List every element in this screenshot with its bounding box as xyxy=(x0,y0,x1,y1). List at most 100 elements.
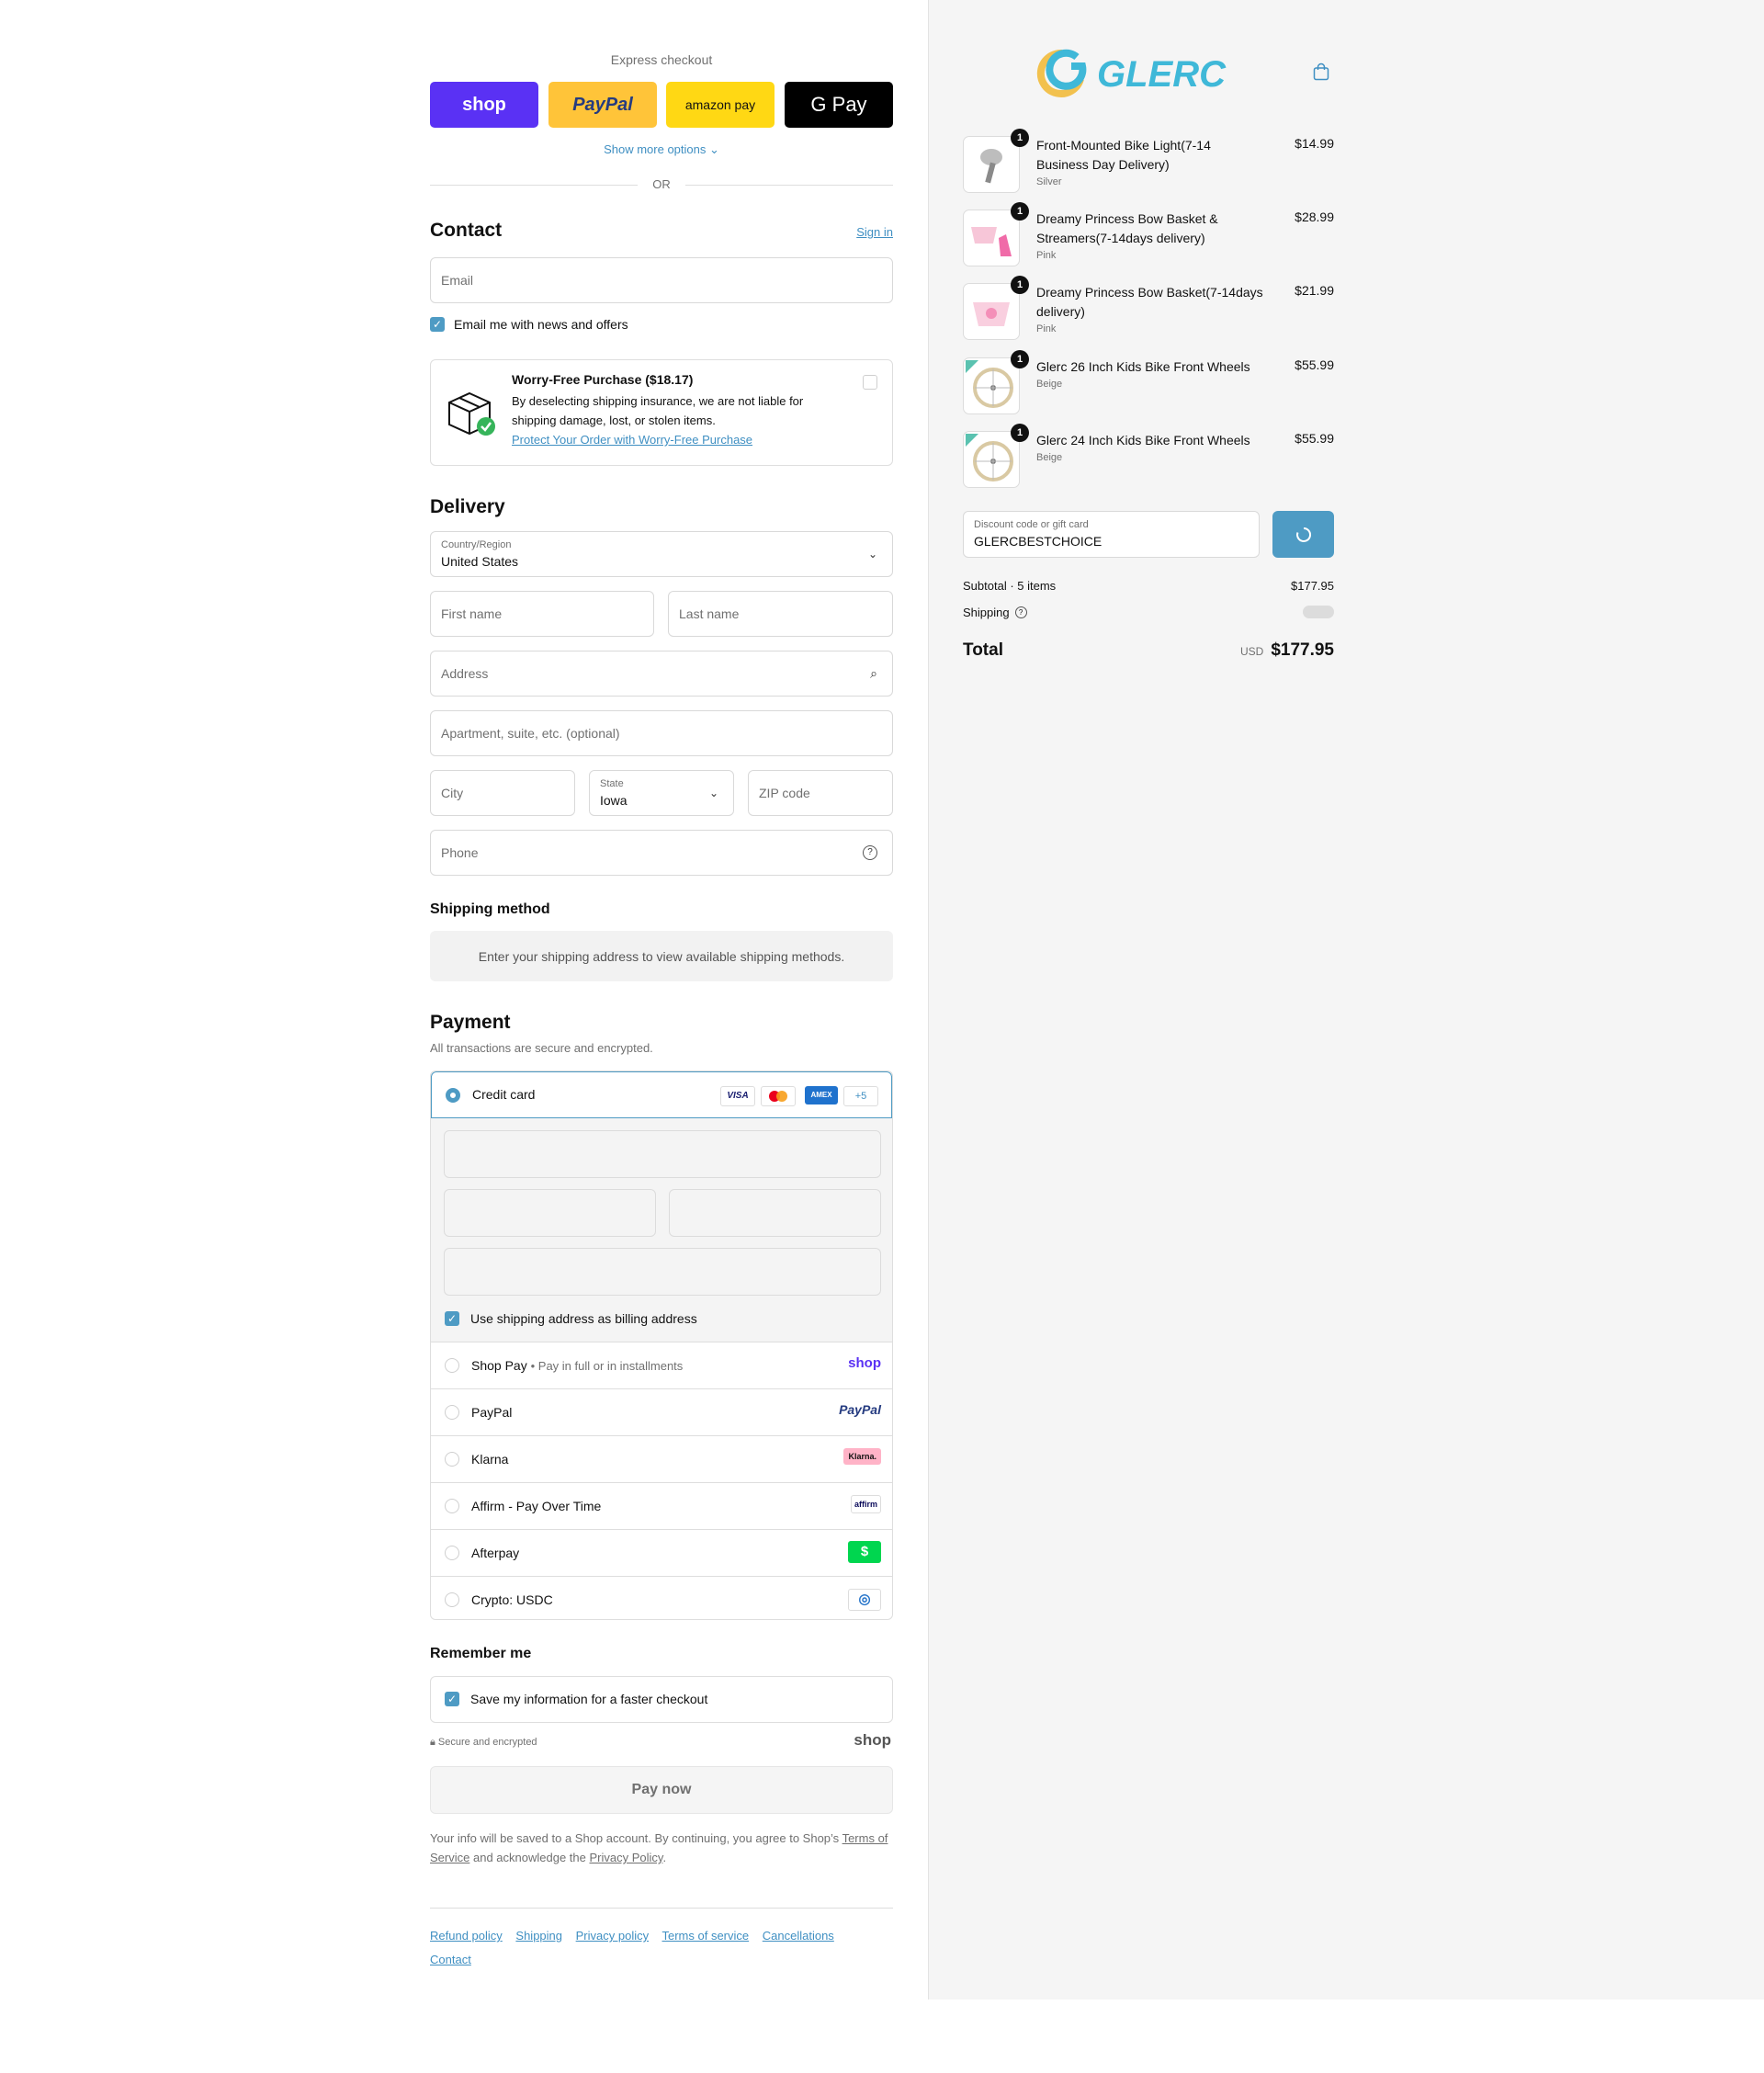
zip-field[interactable]: ZIP code xyxy=(748,770,893,816)
credit-card-label: Credit card xyxy=(472,1087,536,1102)
card-expiry-field[interactable] xyxy=(444,1189,656,1237)
affirm-radio[interactable] xyxy=(445,1499,459,1513)
paypal-radio[interactable] xyxy=(445,1405,459,1420)
google-pay-button[interactable]: G Pay xyxy=(785,82,893,128)
item-variant: Beige xyxy=(1036,452,1063,463)
worry-free-checkbox[interactable] xyxy=(863,375,877,390)
discount-label: Discount code or gift card xyxy=(974,519,1089,530)
email-field[interactable]: Email xyxy=(430,257,893,303)
payment-methods: Credit card VISA AMEX +5 ✓ Use shipping … xyxy=(430,1070,893,1620)
paypal-logo: PayPal xyxy=(839,1402,881,1417)
contact-heading: Contact xyxy=(430,220,503,241)
terms-of-service-link[interactable]: Terms of service xyxy=(662,1929,750,1943)
city-field[interactable]: City xyxy=(430,770,575,816)
quantity-badge: 1 xyxy=(1011,202,1029,221)
show-more-options-link[interactable]: Show more options ⌄ xyxy=(430,142,893,157)
shop-pay-button[interactable]: shop xyxy=(430,82,538,128)
card-fields-panel: ✓ Use shipping address as billing addres… xyxy=(431,1118,892,1342)
front-wheel-24-thumbnail: 1 xyxy=(963,424,1029,488)
save-info-row[interactable]: ✓ Save my information for a faster check… xyxy=(445,1692,707,1706)
crypto-option[interactable]: Crypto: USDC ◎ xyxy=(431,1576,892,1619)
shipping-row: Shipping ? xyxy=(963,606,1027,619)
check-icon[interactable]: ✓ xyxy=(445,1311,459,1326)
footer-links: Refund policy Shipping Privacy policy Te… xyxy=(430,1924,893,1972)
amazon-pay-logo: amazon pay xyxy=(684,97,756,112)
item-variant: Beige xyxy=(1036,379,1063,390)
shipping-method-message: Enter your shipping address to view avai… xyxy=(430,931,893,981)
item-variant: Silver xyxy=(1036,176,1062,187)
country-value: United States xyxy=(441,554,519,569)
sign-in-link[interactable]: Sign in xyxy=(856,225,893,239)
cart-item: 1 Dreamy Princess Bow Basket(7-14days de… xyxy=(963,276,1334,340)
help-icon[interactable]: ? xyxy=(863,845,877,860)
check-icon[interactable]: ✓ xyxy=(430,317,445,332)
shop-pay-logo: shop xyxy=(462,94,506,115)
total-value: $177.95 xyxy=(1271,640,1334,660)
worry-free-link[interactable]: Protect Your Order with Worry-Free Purch… xyxy=(512,433,752,447)
card-name-field[interactable] xyxy=(444,1248,881,1296)
billing-label: Use shipping address as billing address xyxy=(470,1311,697,1326)
card-cvv-field[interactable] xyxy=(669,1189,881,1237)
billing-checkbox-row[interactable]: ✓ Use shipping address as billing addres… xyxy=(445,1311,697,1326)
afterpay-radio[interactable] xyxy=(445,1546,459,1560)
glerc-logo[interactable]: GLERC xyxy=(1031,44,1270,101)
phone-field[interactable]: Phone ? xyxy=(430,830,893,876)
country-select[interactable]: Country/Region United States ⌄ xyxy=(430,531,893,577)
apply-discount-button[interactable] xyxy=(1272,511,1334,558)
express-checkout-title: Express checkout xyxy=(610,52,713,67)
save-info-box[interactable]: ✓ Save my information for a faster check… xyxy=(430,1676,893,1723)
contact-link[interactable]: Contact xyxy=(430,1953,471,1966)
afterpay-option[interactable]: Afterpay $ xyxy=(431,1529,892,1577)
quantity-badge: 1 xyxy=(1011,350,1029,368)
item-variant: Pink xyxy=(1036,250,1057,261)
check-icon[interactable]: ✓ xyxy=(445,1692,459,1706)
subtotal-value: $177.95 xyxy=(1291,579,1334,593)
privacy-link[interactable]: Privacy Policy xyxy=(589,1851,662,1864)
item-price: $55.99 xyxy=(1295,431,1334,446)
item-name: Glerc 26 Inch Kids Bike Front Wheels xyxy=(1036,359,1250,374)
state-select[interactable]: State Iowa ⌄ xyxy=(589,770,734,816)
card-number-field[interactable] xyxy=(444,1130,881,1178)
apartment-field[interactable]: Apartment, suite, etc. (optional) xyxy=(430,710,893,756)
shop-pay-radio[interactable] xyxy=(445,1358,459,1373)
discount-code-field[interactable]: Discount code or gift card GLERCBESTCHOI… xyxy=(963,511,1260,558)
state-label: State xyxy=(600,778,624,789)
credit-card-option[interactable]: Credit card VISA AMEX +5 xyxy=(431,1071,892,1118)
paypal-option[interactable]: PayPal PayPal xyxy=(431,1388,892,1436)
quantity-badge: 1 xyxy=(1011,129,1029,147)
currency-label: USD xyxy=(1239,645,1264,658)
credit-card-radio[interactable] xyxy=(446,1088,460,1103)
lock-icon: 🔒︎ xyxy=(430,1737,435,1748)
afterpay-logo: $ xyxy=(848,1541,881,1563)
cancellations-link[interactable]: Cancellations xyxy=(763,1929,834,1943)
last-name-field[interactable]: Last name xyxy=(668,591,893,637)
crypto-radio[interactable] xyxy=(445,1592,459,1607)
klarna-radio[interactable] xyxy=(445,1452,459,1467)
visa-icon: VISA xyxy=(720,1086,755,1106)
chevron-down-icon: ⌄ xyxy=(709,142,719,156)
affirm-option[interactable]: Affirm - Pay Over Time affirm xyxy=(431,1482,892,1530)
shipping-label: Shipping xyxy=(963,606,1010,619)
cart-item: 1 Glerc 24 Inch Kids Bike Front Wheels Be… xyxy=(963,424,1334,488)
help-icon[interactable]: ? xyxy=(1014,606,1027,618)
shipping-method-heading: Shipping method xyxy=(430,901,550,917)
legal-text: Your info will be saved to a Shop accoun… xyxy=(430,1831,888,1864)
total-label: Total xyxy=(963,640,1003,660)
shop-pay-option[interactable]: Shop Pay • Pay in full or in installment… xyxy=(431,1342,892,1389)
paypal-button[interactable]: PayPal xyxy=(548,82,657,128)
quantity-badge: 1 xyxy=(1011,276,1029,294)
news-checkbox-row[interactable]: ✓ Email me with news and offers xyxy=(430,317,628,332)
shopping-bag-icon[interactable] xyxy=(1313,62,1329,81)
amazon-pay-button[interactable]: amazon pay xyxy=(666,82,775,128)
shipping-link[interactable]: Shipping xyxy=(515,1929,562,1943)
klarna-option[interactable]: Klarna Klarna. xyxy=(431,1435,892,1483)
klarna-label: Klarna xyxy=(471,1452,509,1467)
front-wheel-26-thumbnail: 1 xyxy=(963,350,1029,414)
shop-pay-logo: shop xyxy=(848,1355,881,1371)
address-field[interactable]: Address ⌕ xyxy=(430,651,893,697)
refund-policy-link[interactable]: Refund policy xyxy=(430,1929,503,1943)
privacy-policy-link[interactable]: Privacy policy xyxy=(576,1929,649,1943)
pay-now-button[interactable]: Pay now xyxy=(430,1766,893,1814)
first-name-field[interactable]: First name xyxy=(430,591,654,637)
country-label: Country/Region xyxy=(441,539,512,550)
